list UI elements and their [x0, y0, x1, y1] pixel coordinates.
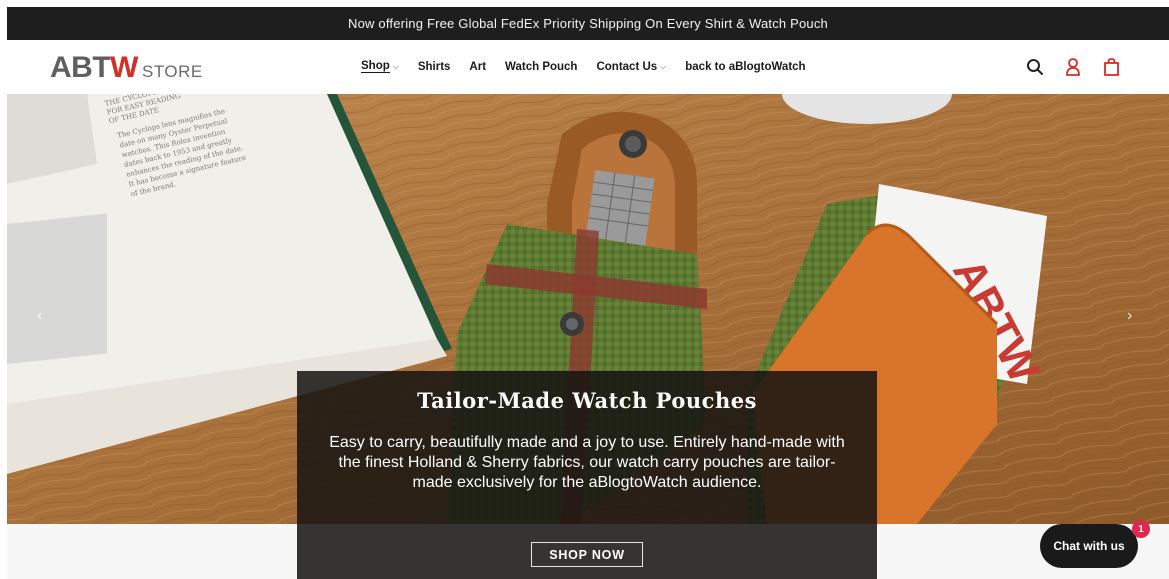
nav-item-back-to-ablogtowatch[interactable]: back to aBlogtoWatch — [685, 60, 805, 73]
slider-prev-arrow[interactable]: ‹ — [37, 307, 42, 325]
logo-w: W — [110, 51, 138, 84]
nav-item-shop[interactable]: Shop ⌵ — [361, 60, 399, 73]
cart-icon[interactable] — [1101, 57, 1121, 77]
nav-label: Art — [469, 60, 487, 73]
announcement-bar: Now offering Free Global FedEx Priority … — [7, 7, 1169, 40]
chat-button[interactable]: Chat with us — [1040, 524, 1138, 568]
hero-title: Tailor-Made Watch Pouches — [417, 388, 757, 413]
nav-label: Contact Us — [596, 60, 658, 73]
hero-caption: Tailor-Made Watch Pouches Easy to carry,… — [297, 371, 877, 579]
logo-store-text: STORE — [141, 62, 203, 81]
announcement-text: Now offering Free Global FedEx Priority … — [348, 16, 828, 31]
chat-label: Chat with us — [1053, 539, 1125, 553]
nav-item-shirts[interactable]: Shirts — [418, 60, 451, 73]
nav-item-contact-us[interactable]: Contact Us ⌵ — [596, 60, 666, 73]
page: Now offering Free Global FedEx Priority … — [7, 7, 1169, 579]
site-header: ABTW STORE Shop ⌵ Shirts Art Watch Pouch … — [7, 40, 1169, 94]
logo-abt: ABT — [50, 51, 111, 84]
nav-item-watch-pouch[interactable]: Watch Pouch — [505, 60, 577, 73]
nav-label: Shirts — [417, 60, 451, 73]
slider-next-arrow[interactable]: › — [1127, 307, 1132, 325]
nav-label: Watch Pouch — [505, 60, 578, 73]
shop-now-button[interactable]: SHOP NOW — [531, 542, 643, 567]
hero-description: Easy to carry, beautifully made and a jo… — [329, 434, 845, 491]
chevron-down-icon: ⌵ — [392, 61, 399, 71]
search-icon[interactable] — [1025, 57, 1045, 77]
main-nav: Shop ⌵ Shirts Art Watch Pouch Contact Us ⌵… — [361, 60, 825, 73]
chevron-down-icon: ⌵ — [660, 61, 667, 71]
nav-item-art[interactable]: Art — [469, 60, 486, 73]
chat-notification-badge: 1 — [1132, 520, 1150, 538]
header-icons — [1025, 57, 1121, 77]
account-icon[interactable] — [1063, 57, 1083, 77]
nav-label: back to aBlogtoWatch — [685, 60, 806, 73]
logo-mark: ABTW — [50, 51, 138, 85]
nav-label: Shop — [361, 60, 390, 73]
store-logo[interactable]: ABTW STORE — [50, 51, 203, 85]
